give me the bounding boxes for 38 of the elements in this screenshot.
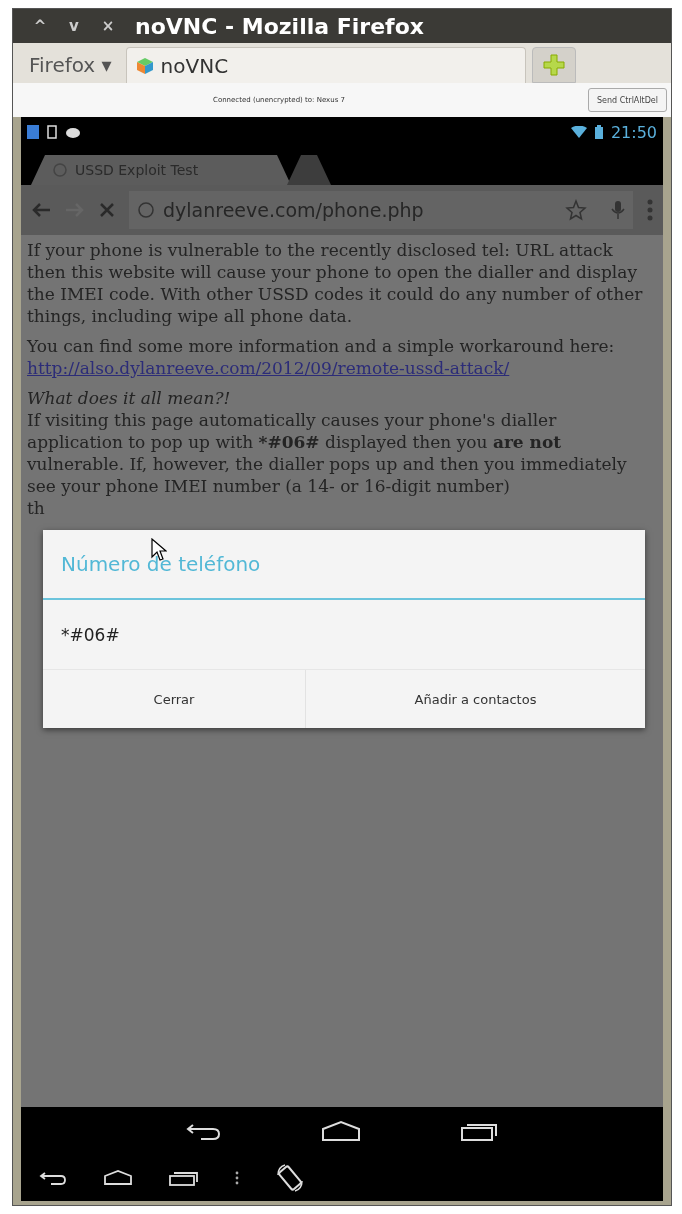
globe-icon <box>53 163 67 177</box>
star-icon <box>565 199 587 221</box>
dialog-button[interactable]: Cerrar <box>43 670 305 728</box>
window-control[interactable]: ^ <box>25 13 55 39</box>
firefox-menu[interactable]: Firefox ▾ <box>21 47 120 83</box>
heading: What does it all mean?! <box>27 387 232 409</box>
paragraph: You can find some more information and a simple workaround here: <box>27 335 616 357</box>
cloud-icon <box>65 126 81 138</box>
paragraph: If your phone is vulnerable to the recently disclosed tel: URL attack then this website will cause your phone to open the dialler and display the IMEI code. With other USSD codes it could do any number of other things, including wipe all phone data. <box>27 239 643 327</box>
plus-icon <box>541 53 566 77</box>
recent-apps-icon <box>169 1170 199 1186</box>
home-icon <box>103 1170 133 1186</box>
back-icon <box>185 1121 221 1141</box>
home-icon <box>321 1120 361 1142</box>
phone-number-field[interactable]: *#06# <box>43 600 645 670</box>
paragraph: th <box>27 497 46 519</box>
window-control[interactable]: v <box>59 13 89 39</box>
close-icon <box>99 202 115 218</box>
cube-icon <box>134 55 155 76</box>
window-title: noVNC - Mozilla Firefox <box>135 13 424 39</box>
notification-icon <box>27 125 39 139</box>
send-ctrl-alt-del-button[interactable]: Send CtrlAltDel <box>587 88 667 112</box>
globe-icon <box>137 201 155 219</box>
battery-icon <box>594 125 603 139</box>
new-tab-button[interactable] <box>531 47 576 83</box>
paragraph: If visiting this page automatically causes your phone's dialler application to pop up with *#06# displayed then you are not vulnerable. If, however, the dialler pops up and then you immediately see your phone IMEI number (a 14- or 16-digit number) <box>27 409 628 497</box>
rotate-icon <box>275 1163 305 1193</box>
phone-icon <box>47 125 57 139</box>
menu-icon <box>647 198 653 222</box>
microphone-icon <box>611 200 625 220</box>
back-icon <box>31 202 51 218</box>
browser-tab[interactable]: noVNC <box>125 47 526 83</box>
clock: 21:50 <box>610 122 657 142</box>
dialog-button[interactable]: Añadir a contactos <box>305 670 645 728</box>
window-control[interactable]: × <box>93 13 123 39</box>
overflow-icon <box>235 1170 239 1186</box>
wifi-icon <box>570 126 587 138</box>
back-icon <box>39 1170 67 1186</box>
